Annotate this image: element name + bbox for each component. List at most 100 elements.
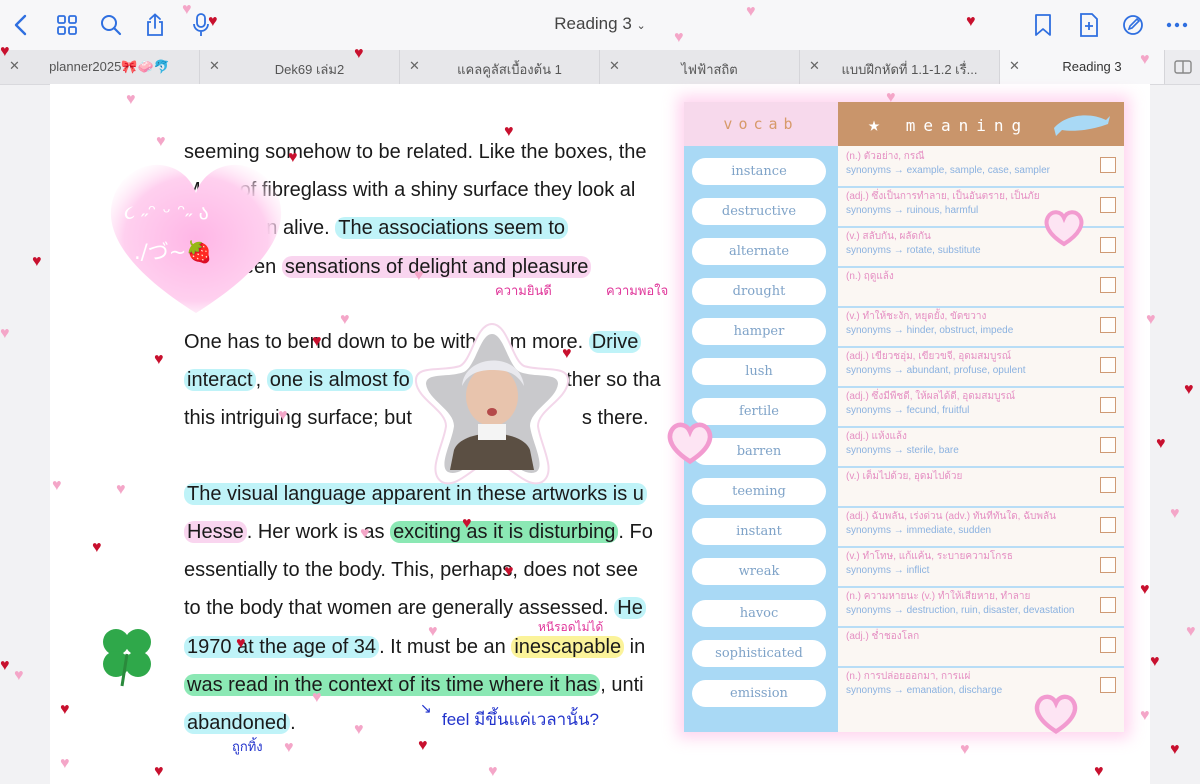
document-title[interactable]: Reading 3 ⌄ <box>520 14 680 34</box>
search-icon[interactable] <box>96 10 126 40</box>
add-page-icon[interactable] <box>1074 10 1104 40</box>
glitter-heart-icon: ♥ <box>236 635 246 652</box>
glitter-heart-icon: ♥ <box>60 755 70 772</box>
highlight: one is almost fo <box>266 369 413 391</box>
glitter-heart-icon: ♥ <box>488 763 498 780</box>
glitter-heart-icon: ♥ <box>1170 741 1180 758</box>
checkbox[interactable] <box>1100 517 1116 533</box>
handwritten-note-feel: feel มีขึ้นแค่เวลานั้น? <box>442 710 599 729</box>
close-icon[interactable]: ✕ <box>609 58 620 74</box>
glitter-heart-icon: ♥ <box>960 741 970 758</box>
tab-exercise[interactable]: ✕ แบบฝึกหัดที่ 1.1-1.2 เรื่... <box>800 50 1000 84</box>
meaning-header: ★ meaning <box>838 102 1124 146</box>
glitter-heart-icon: ♥ <box>1140 581 1150 598</box>
glitter-heart-icon: ♥ <box>1150 653 1160 670</box>
heart-icon <box>110 164 282 313</box>
glitter-heart-icon: ♥ <box>562 345 572 362</box>
glitter-heart-icon: ♥ <box>340 311 350 328</box>
checkbox[interactable] <box>1100 237 1116 253</box>
highlight: inescapable <box>511 636 625 658</box>
highlight: abandoned <box>184 712 291 734</box>
more-icon[interactable] <box>1162 10 1192 40</box>
glitter-heart-icon: ♥ <box>278 407 288 424</box>
checkbox[interactable] <box>1100 437 1116 453</box>
glitter-heart-icon: ♥ <box>354 721 364 738</box>
bookmark-icon[interactable] <box>1028 10 1058 40</box>
meaning-row: (n.) การปล่อยออกมา, การแผ่ synonyms → ema… <box>838 666 1124 730</box>
pen-circle-icon[interactable] <box>1118 10 1148 40</box>
highlight: sensations of delight and pleasure <box>281 256 592 278</box>
highlight: interact <box>184 369 256 391</box>
close-icon[interactable]: ✕ <box>409 58 420 74</box>
highlight: was read in the context of its time wher… <box>184 674 601 696</box>
vocab-table[interactable]: vocab ★ meaning instance destructive alt… <box>684 102 1124 732</box>
close-icon[interactable]: ✕ <box>1009 58 1020 74</box>
glitter-heart-icon: ♥ <box>156 133 166 150</box>
photo-sticker[interactable] <box>412 320 572 490</box>
glitter-heart-icon: ♥ <box>674 29 684 46</box>
glitter-heart-icon: ♥ <box>0 657 10 674</box>
vocab-word: drought <box>692 278 826 305</box>
checkbox[interactable] <box>1100 597 1116 613</box>
checkbox[interactable] <box>1100 277 1116 293</box>
text-line: 1970 at the age of 34. It must be an ine… <box>184 634 645 660</box>
meaning-row: (v.) ทำโทษ, แก้แค้น, ระบายความโกรธ synony… <box>838 546 1124 588</box>
glitter-heart-icon: ♥ <box>312 689 322 706</box>
vocab-word: sophisticated <box>692 640 826 667</box>
highlight: exciting as it is disturbing <box>390 521 619 543</box>
checkbox[interactable] <box>1100 557 1116 573</box>
tab-electrostatics[interactable]: ✕ ไฟฟ้าสถิต <box>600 50 800 84</box>
glitter-heart-icon: ♥ <box>288 149 298 166</box>
outline-heart-icon <box>1032 692 1080 741</box>
meaning-row: (adj.) ซึ่งมีพืชดี, ให้ผลได้ดี, อุดมสมบู… <box>838 386 1124 428</box>
meaning-row: (adj.) ฉับพลัน, เร่งด่วน (adv.) ทันทีทัน… <box>838 506 1124 548</box>
chevron-left-icon[interactable] <box>6 10 36 40</box>
grid-icon[interactable] <box>52 10 82 40</box>
text-line: Hesse. Her work is as exciting as it is … <box>184 519 653 545</box>
checkbox[interactable] <box>1100 677 1116 693</box>
glitter-heart-icon: ♥ <box>1146 311 1156 328</box>
glitter-heart-icon: ♥ <box>52 477 62 494</box>
handwritten-note-abandoned: ถูกทิ้ง <box>232 739 263 754</box>
person-photo-icon <box>414 322 570 485</box>
glitter-heart-icon: ♥ <box>1094 763 1104 780</box>
vocab-word: destructive <box>692 198 826 225</box>
meaning-row: (n.) ตัวอย่าง, กรณี synonyms → example, s… <box>838 146 1124 188</box>
close-icon[interactable]: ✕ <box>209 58 220 74</box>
glitter-heart-icon: ♥ <box>284 739 294 756</box>
glitter-heart-icon: ♥ <box>462 515 472 532</box>
glitter-heart-icon: ♥ <box>1184 381 1194 398</box>
heart-sticker[interactable]: ૮ ˶ᵔ ᵕ ᵔ˶ ა ./づ~🍓 <box>96 148 296 318</box>
glitter-heart-icon: ♥ <box>208 13 218 30</box>
checkbox[interactable] <box>1100 317 1116 333</box>
close-icon[interactable]: ✕ <box>809 58 820 74</box>
glitter-heart-icon: ♥ <box>154 351 164 368</box>
glitter-heart-icon: ♥ <box>0 325 10 342</box>
tab-calculus[interactable]: ✕ แคลคูลัสเบื้องต้น 1 <box>400 50 600 84</box>
checkbox[interactable] <box>1100 477 1116 493</box>
tab-planner2025[interactable]: ✕ planner2025🎀🧼🐬 <box>0 50 200 84</box>
close-icon[interactable]: ✕ <box>9 58 20 74</box>
checkbox[interactable] <box>1100 357 1116 373</box>
text-line: essentially to the body. This, perhaps, … <box>184 559 638 581</box>
glitter-heart-icon: ♥ <box>418 737 428 754</box>
text-line: was read in the context of its time wher… <box>184 672 644 698</box>
glitter-heart-icon: ♥ <box>360 525 370 542</box>
glitter-heart-icon: ♥ <box>504 563 514 580</box>
meaning-row: (adj.) เขียวชอุ่ม, เขียวขจี, อุดมสมบูรณ์… <box>838 346 1124 388</box>
checkbox[interactable] <box>1100 397 1116 413</box>
meaning-row: (adj.) แห้งแล้ง synonyms → sterile, bare <box>838 426 1124 468</box>
checkbox[interactable] <box>1100 157 1116 173</box>
checkbox[interactable] <box>1100 637 1116 653</box>
handwritten-note-pleasure: ความพอใจ <box>606 283 669 298</box>
handwritten-note-delight: ความยินดี <box>495 283 552 298</box>
glitter-heart-icon: ♥ <box>746 3 756 20</box>
glitter-heart-icon: ♥ <box>126 91 136 108</box>
vocab-word: hamper <box>692 318 826 345</box>
text-line: abandoned. <box>184 710 296 736</box>
split-view-icon[interactable] <box>1168 52 1198 82</box>
tab-dek69[interactable]: ✕ Dek69 เล่ม2 <box>200 50 400 84</box>
share-icon[interactable] <box>140 10 170 40</box>
vocab-word: havoc <box>692 600 826 627</box>
checkbox[interactable] <box>1100 197 1116 213</box>
